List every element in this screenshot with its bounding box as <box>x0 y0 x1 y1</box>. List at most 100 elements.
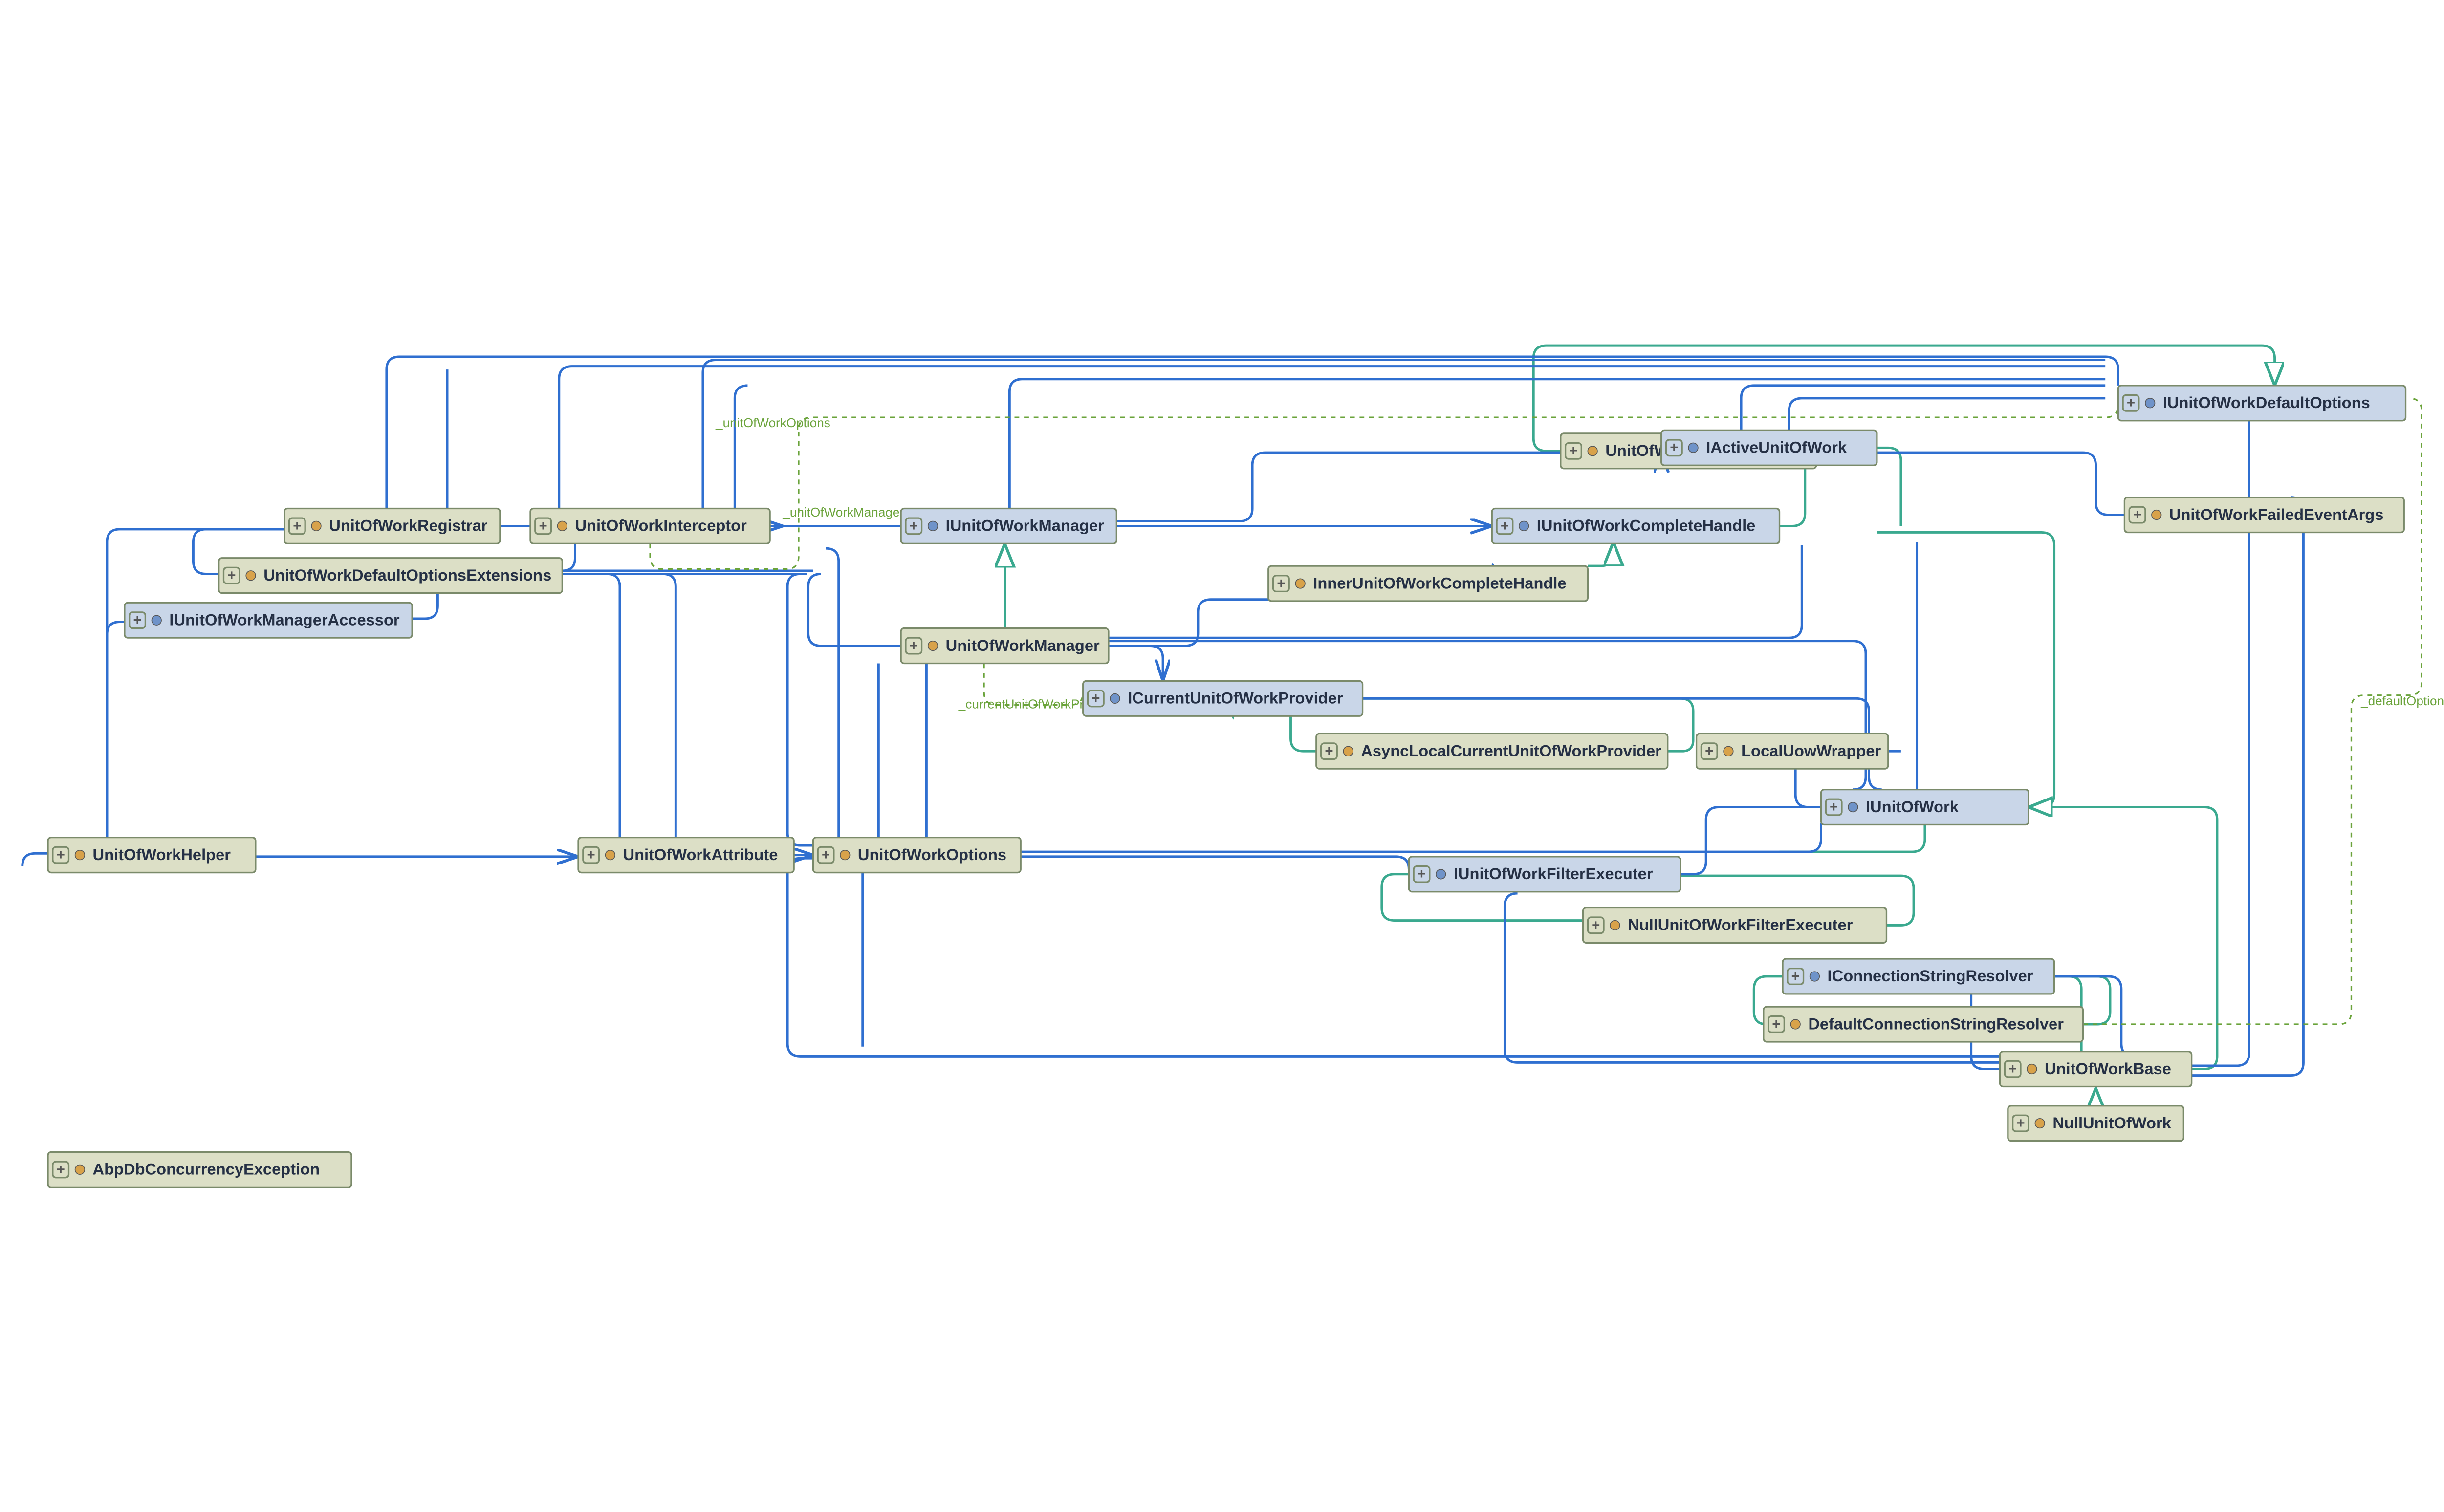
node-InnerUnitOfWorkCompleteHandle[interactable]: +InnerUnitOfWorkCompleteHandle <box>1268 566 1588 601</box>
interface-icon <box>1110 694 1120 704</box>
interface-icon <box>2145 398 2155 408</box>
node-IUnitOfWork[interactable]: + IUnitOfWork <box>1821 790 2029 825</box>
class-icon <box>1343 746 1353 756</box>
interface-icon <box>1519 521 1529 531</box>
edge-53 <box>2192 395 2249 1066</box>
node-IUnitOfWorkFilterExecuter[interactable]: + IUnitOfWorkFilterExecuter <box>1409 857 1680 892</box>
node-LocalUowWrapper[interactable]: +LocalUowWrapper <box>1697 734 1888 769</box>
node-NullUnitOfWork[interactable]: + NullUnitOfWork <box>2008 1106 2183 1141</box>
plus-icon: + <box>293 518 301 534</box>
node-ICurrentUnitOfWorkProvider[interactable]: +ICurrentUnitOfWorkProvider <box>1083 681 1363 716</box>
node-label: UnitOfWorkOptions <box>858 845 1006 864</box>
plus-icon: + <box>2127 395 2135 411</box>
node-UnitOfWorkManager[interactable]: + UnitOfWorkManager <box>901 628 1109 664</box>
node-NullUnitOfWorkFilterExecuter[interactable]: + NullUnitOfWorkFilterExecuter <box>1583 907 1887 943</box>
node-IUnitOfWorkManagerAccessor[interactable]: + IUnitOfWorkManagerAccessor <box>125 603 412 638</box>
edge-40 <box>107 622 125 837</box>
node-label: IUnitOfWork <box>1866 798 1959 816</box>
class-icon <box>1295 579 1305 588</box>
class-icon <box>2027 1064 2037 1074</box>
node-label: IUnitOfWorkDefaultOptions <box>2163 393 2370 411</box>
node-AsyncLocalCurrentUOWProvider[interactable]: +AsyncLocalCurrentUnitOfWorkProvider <box>1316 734 1668 769</box>
edge-48 <box>1741 386 2105 431</box>
plus-icon: + <box>1325 743 1333 759</box>
plus-icon: + <box>910 638 918 654</box>
edge-15 <box>1780 469 1805 526</box>
plus-icon: + <box>1791 968 1800 984</box>
node-UnitOfWorkInterceptor[interactable]: +UnitOfWorkInterceptor <box>530 508 770 543</box>
edge-label-unitOfWorkManager: _unitOfWorkManager <box>782 505 904 519</box>
node-IActiveUnitOfWork[interactable]: +IActiveUnitOfWork <box>1661 430 1877 465</box>
node-label: UnitOfWorkDefaultOptionsExtensions <box>263 566 551 584</box>
node-label: IUnitOfWorkFilterExecuter <box>1454 864 1653 883</box>
class-icon <box>311 521 321 531</box>
node-label: IUnitOfWorkManagerAccessor <box>169 610 400 628</box>
node-UnitOfWorkRegistrar[interactable]: +UnitOfWorkRegistrar <box>284 508 500 543</box>
plus-icon: + <box>2016 1115 2025 1131</box>
plus-icon: + <box>57 847 65 863</box>
node-label: NullUnitOfWorkFilterExecuter <box>1628 916 1853 934</box>
dependency-diagram[interactable]: _unitOfWorkOptions_unitOfWorkManager_cur… <box>0 0 2444 1512</box>
plus-icon: + <box>1592 917 1600 933</box>
node-UnitOfWorkBase[interactable]: +UnitOfWorkBase <box>2000 1052 2192 1087</box>
class-icon <box>246 571 256 581</box>
edge-54 <box>2192 497 2304 1076</box>
class-icon <box>606 850 615 860</box>
edge-label-defaultOptions: _defaultOptions <box>2360 693 2444 708</box>
node-label: InnerUnitOfWorkCompleteHandle <box>1313 574 1566 592</box>
edge-37 <box>1021 857 1409 869</box>
plus-icon: + <box>910 518 918 534</box>
plus-icon: + <box>2008 1061 2017 1077</box>
edge-11 <box>1877 532 2054 807</box>
class-icon <box>840 850 850 860</box>
node-label: NullUnitOfWork <box>2052 1114 2171 1132</box>
node-label: UnitOfWorkInterceptor <box>575 517 747 535</box>
class-icon <box>928 641 938 651</box>
node-label: IUnitOfWorkCompleteHandle <box>1537 517 1756 535</box>
edge-28 <box>1109 646 1163 681</box>
plus-icon: + <box>227 567 236 583</box>
edge-38 <box>1021 823 1821 852</box>
class-icon <box>1790 1019 1800 1029</box>
plus-icon: + <box>1830 799 1838 815</box>
node-UnitOfWorkAttribute[interactable]: +UnitOfWorkAttribute <box>578 838 794 873</box>
edge-39 <box>22 853 48 866</box>
node-UnitOfWorkHelper[interactable]: + UnitOfWorkHelper <box>48 838 256 873</box>
edge-50 <box>1877 453 2125 515</box>
plus-icon: + <box>2133 507 2141 523</box>
interface-icon <box>1810 972 1820 981</box>
node-label: UnitOfWorkAttribute <box>623 845 778 864</box>
class-icon <box>558 521 567 531</box>
node-label: DefaultConnectionStringResolver <box>1808 1015 2064 1033</box>
class-icon <box>75 850 85 860</box>
node-label: UnitOfWorkManager <box>946 636 1100 654</box>
plus-icon: + <box>133 612 141 628</box>
edge-26 <box>808 574 901 646</box>
node-UnitOfWorkDefaultOptionsExt[interactable]: + UnitOfWorkDefaultOptionsExtensions <box>219 558 563 593</box>
node-UnitOfWorkOptions[interactable]: + UnitOfWorkOptions <box>813 838 1021 873</box>
node-IUnitOfWorkDefaultOptions[interactable]: + IUnitOfWorkDefaultOptions <box>2118 386 2405 421</box>
plus-icon: + <box>1501 518 1509 534</box>
node-label: UnitOfWorkHelper <box>93 845 231 864</box>
class-icon <box>75 1165 85 1175</box>
class-icon <box>1724 746 1733 756</box>
node-IConnectionStringResolver[interactable]: +IConnectionStringResolver <box>1783 959 2054 994</box>
edge-49 <box>1789 398 2105 430</box>
node-DefaultConnStringResolver[interactable]: + DefaultConnectionStringResolver <box>1764 1007 2083 1042</box>
edge-1 <box>1588 542 1613 566</box>
edge-66 <box>2083 398 2422 1024</box>
interface-icon <box>1848 802 1858 812</box>
class-icon <box>2035 1119 2045 1128</box>
plus-icon: + <box>1772 1016 1780 1032</box>
edge-59 <box>562 574 620 837</box>
plus-icon: + <box>1418 866 1426 882</box>
node-IUnitOfWorkCompleteHandle[interactable]: + IUnitOfWorkCompleteHandle <box>1492 508 1779 543</box>
edge-55 <box>1680 807 1821 874</box>
plus-icon: + <box>822 847 830 863</box>
class-icon <box>1588 446 1597 456</box>
plus-icon: + <box>1569 443 1577 459</box>
edge-45 <box>703 360 2105 509</box>
node-IUnitOfWorkManager[interactable]: +IUnitOfWorkManager <box>901 508 1116 543</box>
node-AbpDbConcurrencyException[interactable]: +AbpDbConcurrencyException <box>48 1152 351 1187</box>
node-UnitOfWorkFailedEventArgs[interactable]: +UnitOfWorkFailedEventArgs <box>2124 497 2404 533</box>
